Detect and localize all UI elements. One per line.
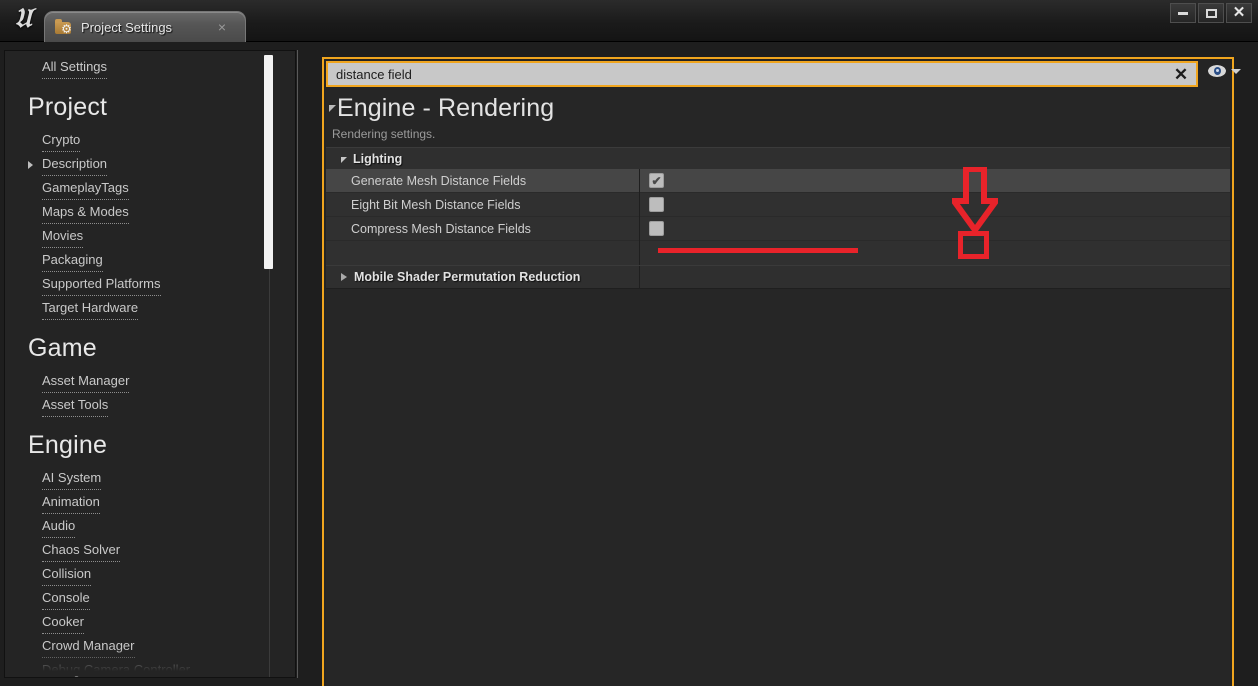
project-settings-window: 𝔘 ⚙ Project Settings × ✕ All Settings Pr…	[0, 0, 1258, 686]
property-label-generate-mesh-distance-fields: Generate Mesh Distance Fields	[351, 173, 527, 188]
property-label-compress-mesh-distance-fields: Compress Mesh Distance Fields	[351, 221, 531, 236]
settings-sidebar[interactable]: All Settings Project Crypto Description …	[4, 50, 296, 678]
clear-search-icon[interactable]: ✕	[1168, 66, 1194, 83]
group-header-mobile-shader-permutation-reduction[interactable]: Mobile Shader Permutation Reduction	[326, 265, 1230, 289]
sidebar-item-chaos-solver[interactable]: Chaos Solver	[42, 538, 121, 562]
sidebar-item-description[interactable]: Description	[27, 152, 108, 176]
tab-label: Project Settings	[81, 19, 173, 35]
chevron-down-icon	[1231, 68, 1241, 74]
close-window-button[interactable]: ✕	[1226, 3, 1252, 23]
property-groups: Lighting Generate Mesh Distance Fields ✔	[326, 147, 1230, 289]
sidebar-item-target-hardware[interactable]: Target Hardware	[42, 296, 139, 320]
table-row[interactable]: Eight Bit Mesh Distance Fields	[326, 193, 1230, 217]
checkbox-eight-bit-mesh-distance-fields[interactable]	[649, 197, 664, 212]
check-icon: ✔	[651, 173, 662, 188]
annotation-highlight-box	[958, 231, 989, 259]
property-value: ✔	[639, 173, 1230, 188]
settings-main-panel: distance field ✕ Engine - Rendering Rend…	[322, 57, 1241, 686]
sidebar-section-engine: Engine	[28, 431, 108, 459]
sidebar-item-asset-tools[interactable]: Asset Tools	[42, 393, 109, 417]
sidebar-item-maps-and-modes[interactable]: Maps & Modes	[42, 200, 129, 224]
annotation-underline	[658, 248, 858, 253]
eye-icon	[1208, 65, 1226, 77]
sidebar-item-crypto[interactable]: Crypto	[42, 128, 81, 152]
sidebar-item-all-settings-row: All Settings	[5, 55, 295, 79]
table-row[interactable]: Compress Mesh Distance Fields	[326, 217, 1230, 241]
folder-gear-icon: ⚙	[55, 19, 73, 35]
sidebar-scrollbar-rail	[269, 269, 270, 677]
search-row: distance field ✕	[324, 59, 1241, 90]
sidebar-scrollbar-thumb[interactable]	[264, 55, 273, 269]
sidebar-item-all-settings[interactable]: All Settings	[42, 55, 108, 79]
maximize-button[interactable]	[1198, 3, 1224, 23]
sidebar-item-crowd-manager[interactable]: Crowd Manager	[42, 634, 135, 658]
sidebar-item-animation[interactable]: Animation	[42, 490, 100, 514]
search-input-value: distance field	[336, 66, 412, 82]
sidebar-item-packaging[interactable]: Packaging	[42, 248, 103, 272]
unreal-engine-logo-icon: 𝔘	[14, 3, 32, 33]
title-bar: 𝔘 ⚙ Project Settings × ✕	[0, 0, 1258, 42]
minimize-icon	[1178, 11, 1188, 15]
checkbox-generate-mesh-distance-fields[interactable]: ✔	[649, 173, 664, 188]
close-icon: ✕	[1232, 3, 1246, 21]
checkbox-compress-mesh-distance-fields[interactable]	[649, 221, 664, 236]
settings-body: Engine - Rendering Rendering settings. L…	[326, 90, 1230, 686]
sidebar-item-collision[interactable]: Collision	[42, 562, 92, 586]
sidebar-list: All Settings Project Crypto Description …	[5, 51, 295, 677]
minimize-button[interactable]	[1170, 3, 1196, 23]
group-label: Mobile Shader Permutation Reduction	[354, 270, 581, 284]
window-controls: ✕	[1170, 3, 1252, 23]
sidebar-item-debug-camera-controller[interactable]: Debug Camera Controller	[42, 658, 190, 677]
triangle-right-icon	[341, 273, 347, 281]
sidebar-item-supported-platforms[interactable]: Supported Platforms	[42, 272, 161, 296]
sidebar-item-console[interactable]: Console	[42, 586, 90, 610]
visibility-options-button[interactable]	[1208, 65, 1241, 77]
sidebar-item-asset-manager[interactable]: Asset Manager	[42, 369, 130, 393]
table-row[interactable]: Generate Mesh Distance Fields ✔	[326, 169, 1230, 193]
table-row-filler	[326, 241, 1230, 265]
content-area: All Settings Project Crypto Description …	[0, 42, 1258, 686]
group-header-lighting[interactable]: Lighting	[326, 147, 1230, 169]
property-value	[639, 197, 1230, 212]
tab-close-icon[interactable]: ×	[215, 19, 229, 35]
sidebar-item-ai-system[interactable]: AI System	[42, 466, 102, 490]
column-splitter[interactable]	[639, 169, 640, 265]
sidebar-divider	[297, 50, 298, 678]
property-value	[639, 221, 1230, 236]
column-splitter[interactable]	[639, 266, 640, 288]
sidebar-item-cooker[interactable]: Cooker	[42, 610, 84, 634]
property-label-eight-bit-mesh-distance-fields: Eight Bit Mesh Distance Fields	[351, 197, 521, 212]
page-subtitle: Rendering settings.	[332, 127, 436, 141]
sidebar-section-project: Project	[28, 93, 108, 121]
triangle-down-icon[interactable]	[329, 105, 336, 112]
sidebar-item-audio[interactable]: Audio	[42, 514, 76, 538]
maximize-icon	[1205, 8, 1217, 18]
sidebar-item-gameplaytags[interactable]: GameplayTags	[42, 176, 129, 200]
sidebar-item-movies[interactable]: Movies	[42, 224, 84, 248]
search-input[interactable]: distance field ✕	[326, 61, 1198, 87]
group-label: Lighting	[353, 151, 403, 166]
triangle-down-icon	[341, 157, 347, 163]
tab-project-settings[interactable]: ⚙ Project Settings ×	[44, 11, 246, 42]
page-header: Engine - Rendering Rendering settings.	[326, 90, 1230, 147]
page-title: Engine - Rendering	[337, 94, 555, 122]
sidebar-section-game: Game	[28, 334, 97, 362]
